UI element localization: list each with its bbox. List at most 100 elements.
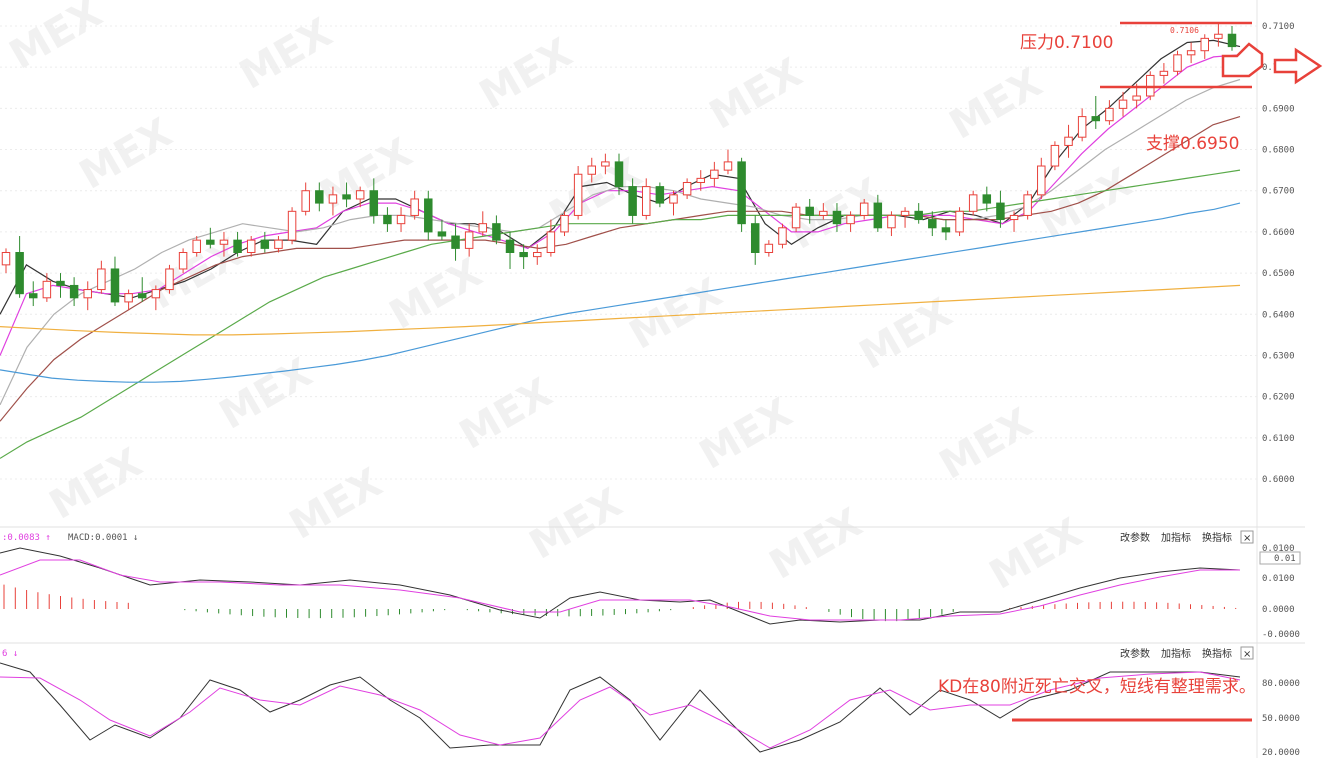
- kd-btn-params[interactable]: 改参数: [1120, 647, 1150, 660]
- watermark-text: MEX: [72, 110, 180, 199]
- candle-body: [355, 190, 365, 200]
- candle-body: [1077, 116, 1087, 138]
- macd-tick-label: 0.0000: [1262, 605, 1295, 615]
- candle-body: [1132, 95, 1141, 101]
- kd-btn-add[interactable]: 加指标: [1161, 647, 1191, 660]
- macd-tick-label: 0.0100: [1262, 574, 1295, 584]
- candle-body: [696, 177, 705, 183]
- price-tick-label: 0.6400: [1262, 310, 1295, 320]
- candle-body: [614, 161, 624, 188]
- candle-body: [233, 239, 242, 254]
- candle-body: [1118, 99, 1128, 109]
- kd-note-label: KD在80附近死亡交叉，短线有整理需求。: [938, 677, 1256, 697]
- candle-body: [982, 194, 992, 204]
- candle-body: [546, 231, 556, 253]
- candle-body: [669, 194, 678, 204]
- candle-body: [396, 214, 406, 225]
- candle-body: [492, 223, 501, 241]
- candle-body: [28, 293, 38, 299]
- candle-body: [424, 198, 433, 233]
- macd-btn-add[interactable]: 加指标: [1161, 531, 1191, 544]
- candle-body: [151, 289, 161, 299]
- candle-body: [246, 239, 256, 254]
- candle-body: [887, 214, 896, 229]
- watermark-text: MEX: [932, 400, 1040, 489]
- candle-body: [260, 239, 270, 249]
- macd-close-icon: ×: [1243, 533, 1251, 544]
- candle-body: [110, 268, 120, 303]
- candle-body: [83, 289, 92, 299]
- candle-body: [723, 161, 733, 171]
- candle-body: [219, 239, 229, 245]
- candle-body: [437, 231, 447, 237]
- candle-body: [764, 243, 774, 254]
- candle-body: [914, 210, 923, 221]
- watermark-text: MEX: [212, 350, 320, 439]
- candle-body: [1, 252, 11, 266]
- price-tick-label: 0.6300: [1262, 351, 1295, 361]
- candle-body: [955, 210, 964, 233]
- candle-body: [587, 165, 597, 175]
- candle-body: [682, 181, 692, 196]
- macd-btn-params[interactable]: 改参数: [1120, 531, 1150, 544]
- price-tick-label: 0.6700: [1262, 187, 1295, 197]
- candle-body: [15, 252, 24, 295]
- watermark-text: MEX: [692, 390, 800, 479]
- price-tick-label: 0.6500: [1262, 269, 1295, 279]
- candle-body: [328, 194, 338, 204]
- watermark-text: MEX: [382, 250, 490, 339]
- candle-body: [1105, 107, 1114, 122]
- watermark-text: MEX: [282, 460, 390, 549]
- macd-btn-switch[interactable]: 换指标: [1202, 531, 1232, 544]
- candle-body: [710, 169, 719, 179]
- candle-body: [137, 293, 147, 299]
- candle-body: [464, 231, 474, 249]
- candle-body: [928, 219, 937, 229]
- watermark-text: MEX: [232, 10, 340, 99]
- candlesticks: [1, 23, 1237, 311]
- candle-body: [791, 206, 801, 229]
- price-tick-label: 0.6600: [1262, 228, 1295, 238]
- candle-body: [274, 239, 283, 249]
- candle-body: [628, 186, 637, 216]
- price-tick-label: 0.6200: [1262, 393, 1295, 403]
- candle-body: [410, 198, 419, 216]
- candle-body: [1200, 37, 1210, 52]
- candle-body: [655, 186, 665, 204]
- kd-tick-label: 20.0000: [1262, 748, 1300, 758]
- candle-body: [1159, 70, 1169, 76]
- candle-body: [737, 161, 746, 225]
- candle-body: [832, 210, 842, 225]
- watermark-text: MEX: [982, 510, 1090, 599]
- price-tick-label: 0.7100: [1262, 22, 1295, 32]
- kd-btn-switch[interactable]: 换指标: [1202, 647, 1232, 660]
- candle-body: [192, 239, 201, 254]
- candle-body: [968, 194, 978, 212]
- kd-close-icon: ×: [1243, 649, 1251, 660]
- candle-body: [859, 202, 869, 216]
- candle-body: [165, 268, 174, 291]
- candle-body: [56, 280, 65, 286]
- candle-body: [996, 202, 1005, 221]
- candle-body: [1009, 214, 1019, 221]
- candle-body: [778, 227, 787, 245]
- candle-body: [1173, 54, 1182, 72]
- kd-tick-label: 50.0000: [1262, 714, 1300, 724]
- candle-body: [805, 206, 814, 216]
- candle-body: [287, 210, 297, 241]
- chart-canvas: MEX MEX MEX MEX MEX MEX MEX MEX MEX MEX MEX MEX MEX M…: [0, 0, 1323, 758]
- price-tick-label: 0.6900: [1262, 104, 1295, 114]
- macd-header-value: :0.0083 ↑: [2, 533, 51, 543]
- candle-body: [573, 173, 583, 216]
- support-label: 支撑0.6950: [1146, 134, 1239, 154]
- candle-body: [519, 252, 528, 258]
- price-tick-label: 0.6800: [1262, 146, 1295, 156]
- candle-body: [451, 235, 460, 249]
- macd-panel: :0.0083 ↑ MACD:0.0001 ↓ 改参数 加指标 换指标 × 0.…: [0, 526, 1305, 643]
- candle-body: [533, 252, 542, 258]
- watermark-text: MEX: [452, 370, 560, 459]
- candle-body: [383, 214, 392, 225]
- kd-tick-label: 80.0000: [1262, 679, 1300, 689]
- price-axis-ticks: 0.71000.70000.69000.68000.67000.66000.65…: [1262, 22, 1295, 485]
- candle-body: [1064, 136, 1073, 146]
